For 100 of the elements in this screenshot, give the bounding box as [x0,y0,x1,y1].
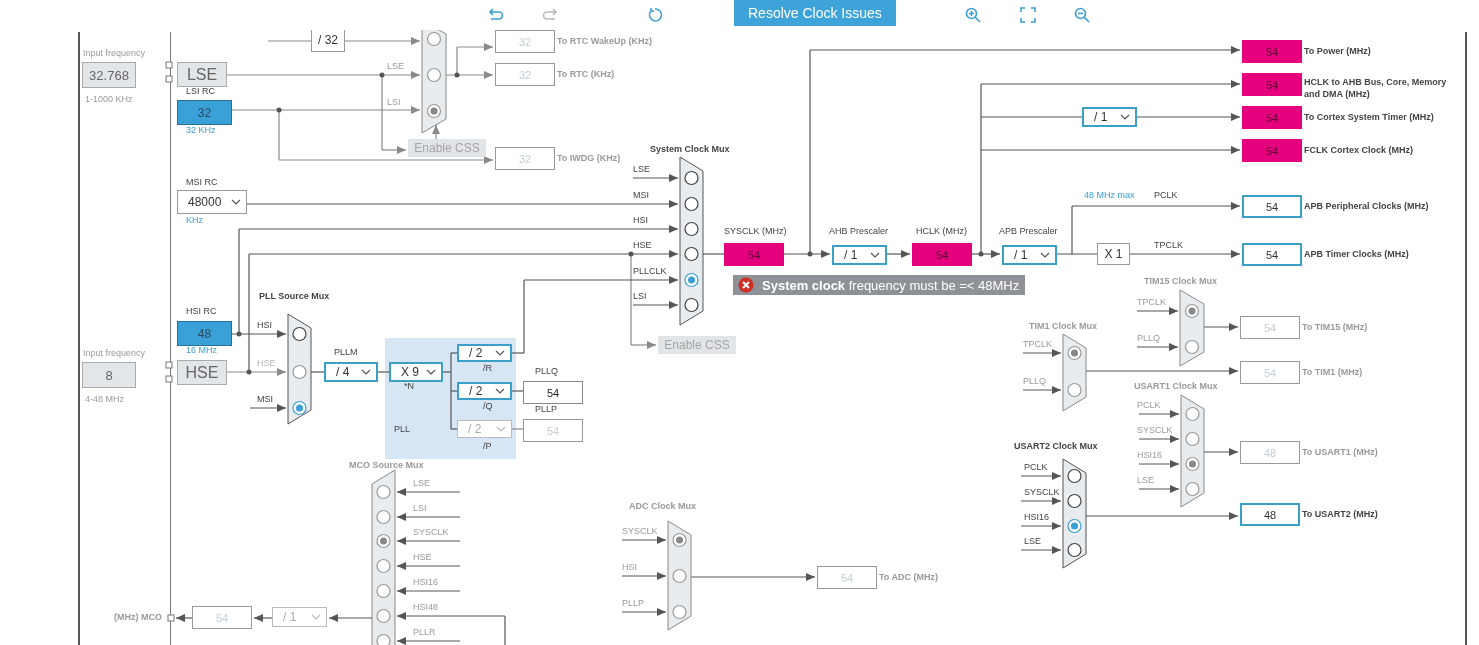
error-message: System clock frequency must be =< 48MHz [762,277,1020,293]
mux-title: PLL Source Mux [259,291,330,302]
input-label: Input frequency [83,348,146,359]
resolve-button[interactable]: Resolve Clock Issues [734,0,896,26]
signal-label: HSI16 [1024,512,1049,523]
signal-label: HSI16 [1137,450,1162,461]
prescaler-label: PLLM [334,347,358,358]
connector-arrow [396,488,461,496]
chevron-down-icon [1040,252,1050,258]
signal-label: HSI [622,562,637,573]
connector-arrow [396,562,461,570]
output-label: To RTC WakeUp (KHz) [557,36,652,47]
frequency-field[interactable]: 48 [177,321,232,346]
connector-arrow [632,301,679,309]
dropdown[interactable]: / 4 [324,362,378,382]
chevron-down-icon [426,369,436,375]
connector-arrow [1020,546,1062,554]
frequency-output: 54 [1242,40,1302,63]
output-label: HCLK (MHz) [916,226,967,237]
radio-button[interactable] [292,400,307,416]
connector-line [278,109,280,161]
radio-button[interactable] [1067,345,1082,361]
radio-button[interactable] [684,272,699,288]
dropdown[interactable]: / 2 [457,344,512,362]
fit-screen-icon[interactable] [1019,7,1036,23]
zoom-out-icon[interactable] [1073,7,1090,23]
output-label: To Cortex System Timer (MHz) [1304,112,1434,123]
radio-button[interactable] [376,558,391,574]
radio-button[interactable] [1185,406,1200,422]
radio-button[interactable] [684,170,699,186]
radio-button[interactable] [672,604,687,620]
radio-button[interactable] [672,532,687,548]
signal-label: LSI [387,97,401,108]
radio-button[interactable] [1067,468,1082,484]
crystal-block[interactable]: HSE [177,360,227,385]
connector-arrow [1138,410,1180,418]
undo-icon[interactable] [488,7,504,23]
radio-button[interactable] [376,583,391,599]
dropdown[interactable]: / 1 [1002,245,1057,265]
unit-label: 16 MHz [186,345,217,356]
radio-button[interactable] [1067,518,1082,534]
radio-button[interactable] [1067,542,1082,558]
radio-button[interactable] [684,297,699,313]
frequency-output: 32 [495,63,555,86]
radio-button[interactable] [1185,431,1200,447]
signal-label: PLLP [622,598,645,609]
refresh-icon[interactable] [647,7,663,23]
frequency-output: 32 [495,147,555,170]
radio-button[interactable] [672,568,687,584]
radio-button[interactable] [1067,493,1082,509]
frequency-field[interactable]: 32 [177,100,232,125]
connector-arrow [1138,485,1180,493]
connector-arrow [621,608,667,616]
connector-arrow [396,637,461,645]
radio-button[interactable] [376,633,391,645]
frequency-output: 48 [1240,441,1300,464]
radio-button[interactable] [1067,382,1082,398]
output-label: To TIM1 (MHz) [1302,367,1363,378]
radio-button[interactable] [1185,481,1200,497]
output-label: PLLQ [535,366,558,377]
zoom-in-icon[interactable] [964,7,981,23]
radio-button[interactable] [1185,456,1200,472]
radio-button[interactable] [684,221,699,237]
radio-button[interactable] [376,608,391,624]
connector-arrow [630,341,657,349]
radio-button[interactable] [376,533,391,549]
connector-line [504,615,506,645]
dropdown[interactable]: / 1 [832,245,887,265]
signal-label: PLLQ [1023,376,1046,387]
signal-label: LSE [1137,475,1154,486]
mux-title: System Clock Mux [650,144,730,155]
connector-line [456,46,458,76]
frequency-output: 54 [1242,139,1302,162]
signal-label: MSI [257,394,273,405]
radio-button[interactable] [376,509,391,525]
connector-arrow [1203,448,1239,456]
frequency-output: 54 [1240,316,1300,339]
frequency-output: 54 [523,381,583,404]
crystal-block[interactable]: LSE [177,62,227,87]
signal-label: PCLK [1154,190,1178,201]
prescaler-label: APB Prescaler [999,226,1058,237]
dropdown[interactable]: 48000 [177,190,247,214]
frequency-output: 32 [495,30,555,53]
radio-button[interactable] [376,484,391,500]
connector-arrow [456,43,494,51]
connector-arrow [226,368,287,376]
junction-dot [276,107,282,113]
radio-button[interactable] [292,326,307,342]
junction-dot [454,72,460,78]
connector-arrow [1136,343,1179,351]
dropdown[interactable]: X 9 [389,362,443,382]
signal-label: LSE [1024,536,1041,547]
connector-arrow [396,537,461,545]
dropdown[interactable]: / 2 [457,382,512,400]
junction-dot [246,369,252,375]
dropdown[interactable]: / 1 [1082,107,1137,127]
connector-arrow [1138,435,1180,443]
chevron-down-icon [495,350,505,356]
radio-button[interactable] [684,246,699,262]
radio-button[interactable] [684,196,699,212]
